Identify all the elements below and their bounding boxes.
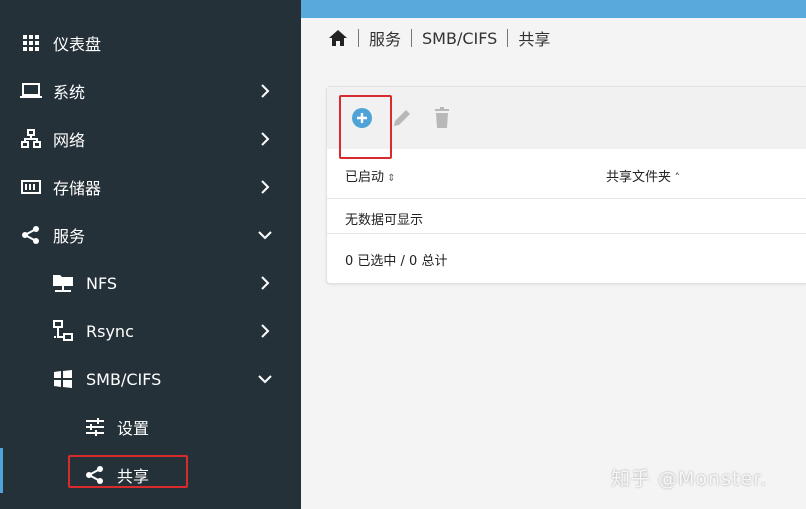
chevron-right-icon [257,83,273,99]
column-enabled[interactable]: 已启动 ⇕ [345,166,396,185]
tune-icon [84,416,106,438]
pencil-icon [391,107,413,129]
chevron-down-icon [257,371,273,387]
storage-icon [20,176,42,198]
watermark: 知乎 @Monster. [611,468,768,490]
sidebar-item-label: 存储器 [53,179,102,198]
table-header: 已启动 ⇕ 共享文件夹 ˄ [327,149,806,199]
sidebar-item-nfs[interactable]: NFS [0,263,301,303]
empty-row: 无数据可显示 [327,199,806,234]
chevron-right-icon [257,131,273,147]
sidebar-item-label: 设置 [117,419,150,438]
share-icon [20,224,42,246]
highlight-shares [68,455,188,488]
toolbar [327,87,806,149]
chevron-right-icon [257,323,273,339]
sidebar-item-settings[interactable]: 设置 [0,407,301,447]
breadcrumb-separator [358,29,359,47]
sidebar-item-label: Rsync [86,321,134,341]
sidebar-item-dashboard[interactable]: 仪表盘 [0,23,301,63]
sort-asc-icon: ˄ [671,171,681,184]
sidebar-item-label: NFS [86,273,118,293]
sidebar-item-label: 系统 [53,83,86,102]
column-shared-folder[interactable]: 共享文件夹 ˄ [606,166,680,185]
empty-message: 无数据可显示 [345,213,424,228]
breadcrumb-item: 共享 [518,30,551,49]
chevron-down-icon [257,227,273,243]
sidebar-item-services[interactable]: 服务 [0,215,301,255]
windows-icon [52,368,74,390]
network-icon [20,128,42,150]
sidebar-item-label: SMB/CIFS [86,369,162,389]
column-label: 已启动 [345,170,385,185]
sidebar-item-rsync[interactable]: Rsync [0,311,301,351]
home-icon[interactable] [328,29,348,47]
breadcrumb-item[interactable]: 服务 [369,26,401,50]
shares-panel: 已启动 ⇕ 共享文件夹 ˄ 无数据可显示 0 已选中 / 0 总计 [326,86,806,284]
grid-icon [20,32,42,54]
highlight-add-button [339,95,392,159]
sidebar: 仪表盘 系统 网络 存储器 服务 NFS Rsync SMB/CIFS 设置 共… [0,0,301,509]
column-label: 共享文件夹 [606,170,672,185]
sidebar-item-system[interactable]: 系统 [0,71,301,111]
sidebar-item-label: 网络 [53,131,86,150]
sort-icon: ⇕ [384,173,396,184]
laptop-icon [20,80,42,102]
sidebar-item-label: 仪表盘 [53,35,102,54]
sidebar-item-smb-cifs[interactable]: SMB/CIFS [0,359,301,399]
top-bar [301,0,806,18]
breadcrumb-separator [411,29,413,47]
breadcrumb: 服务 SMB/CIFS 共享 [328,26,550,50]
lan-icon [52,320,74,342]
edit-button[interactable] [389,105,415,131]
sidebar-item-storage[interactable]: 存储器 [0,167,301,207]
chevron-right-icon [257,275,273,291]
chevron-right-icon [257,179,273,195]
breadcrumb-separator [507,29,509,47]
delete-button[interactable] [429,105,455,131]
table-footer: 0 已选中 / 0 总计 [345,254,448,269]
folder-network-icon [52,272,74,294]
trash-icon [432,107,452,129]
sidebar-item-network[interactable]: 网络 [0,119,301,159]
sidebar-item-label: 服务 [53,227,86,246]
breadcrumb-item[interactable]: SMB/CIFS [422,29,497,48]
